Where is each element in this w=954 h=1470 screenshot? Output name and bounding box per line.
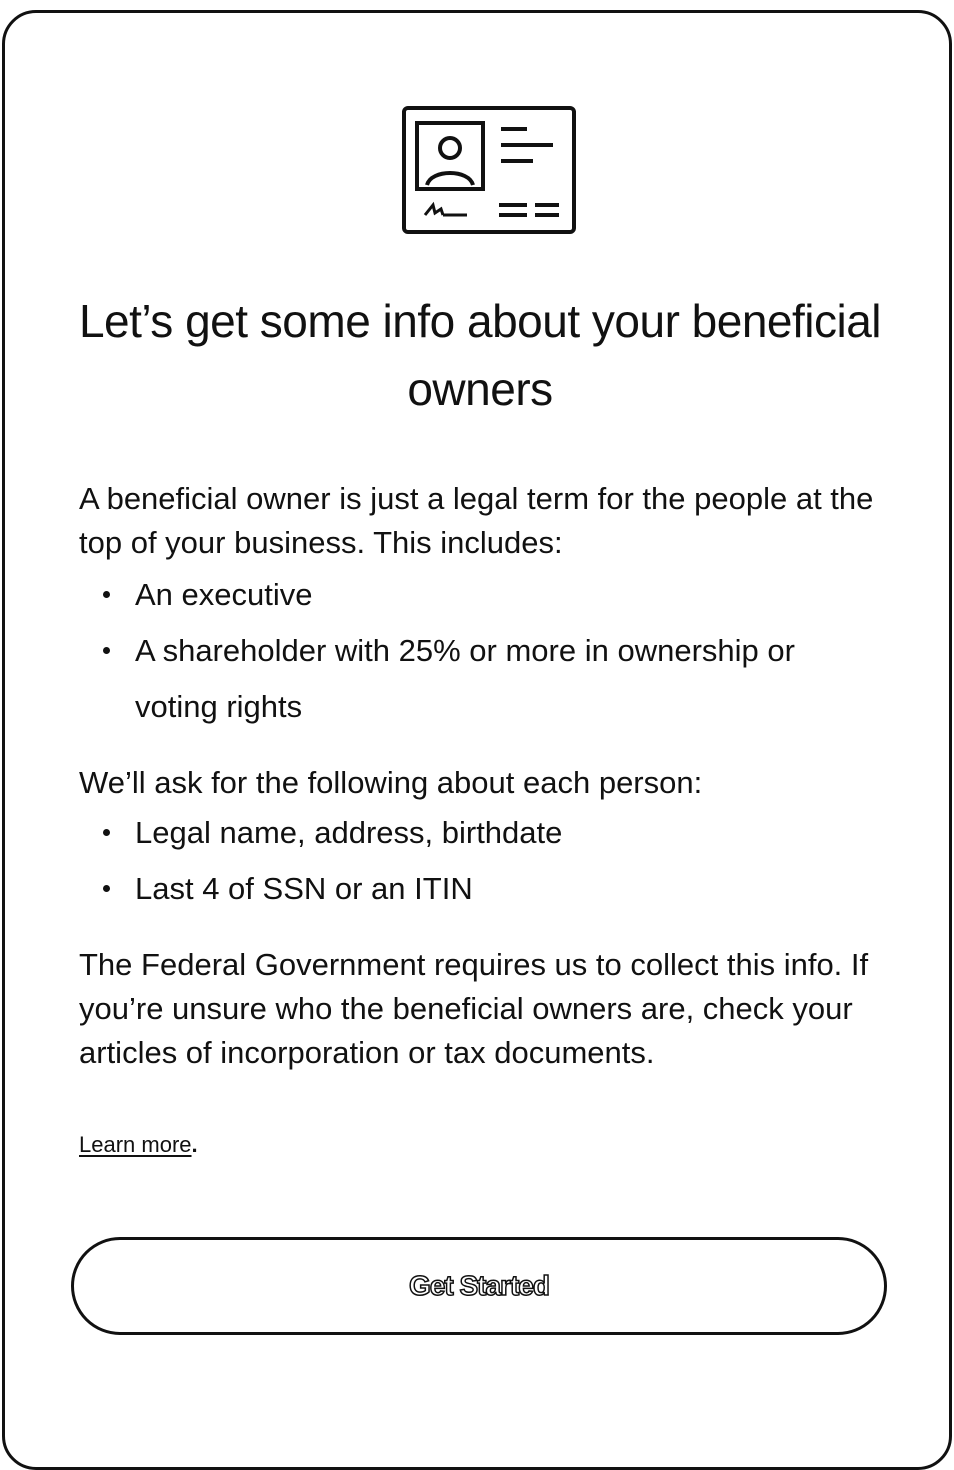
- beneficial-owners-card: Let’s get some info about your beneficia…: [2, 10, 952, 1470]
- owner-types-list: An executive A shareholder with 25% or m…: [79, 567, 879, 735]
- list-item: Last 4 of SSN or an ITIN: [103, 861, 879, 917]
- list-item: A shareholder with 25% or more in owners…: [103, 623, 879, 735]
- page-title: Let’s get some info about your beneficia…: [78, 295, 882, 415]
- list-item: Legal name, address, birthdate: [103, 805, 879, 861]
- list-item: An executive: [103, 567, 879, 623]
- learn-more-period: .: [191, 1132, 198, 1157]
- learn-more-line: Learn more.: [79, 1129, 198, 1161]
- intro-text: A beneficial owner is just a legal term …: [79, 481, 874, 560]
- get-started-button[interactable]: Get Started: [71, 1237, 887, 1335]
- learn-more-link[interactable]: Learn more: [79, 1132, 192, 1157]
- id-card-icon: [401, 105, 577, 235]
- ask-text: We’ll ask for the following about each p…: [79, 765, 703, 800]
- required-info-list: Legal name, address, birthdate Last 4 of…: [79, 805, 879, 917]
- federal-requirement-text: The Federal Government requires us to co…: [79, 947, 869, 1070]
